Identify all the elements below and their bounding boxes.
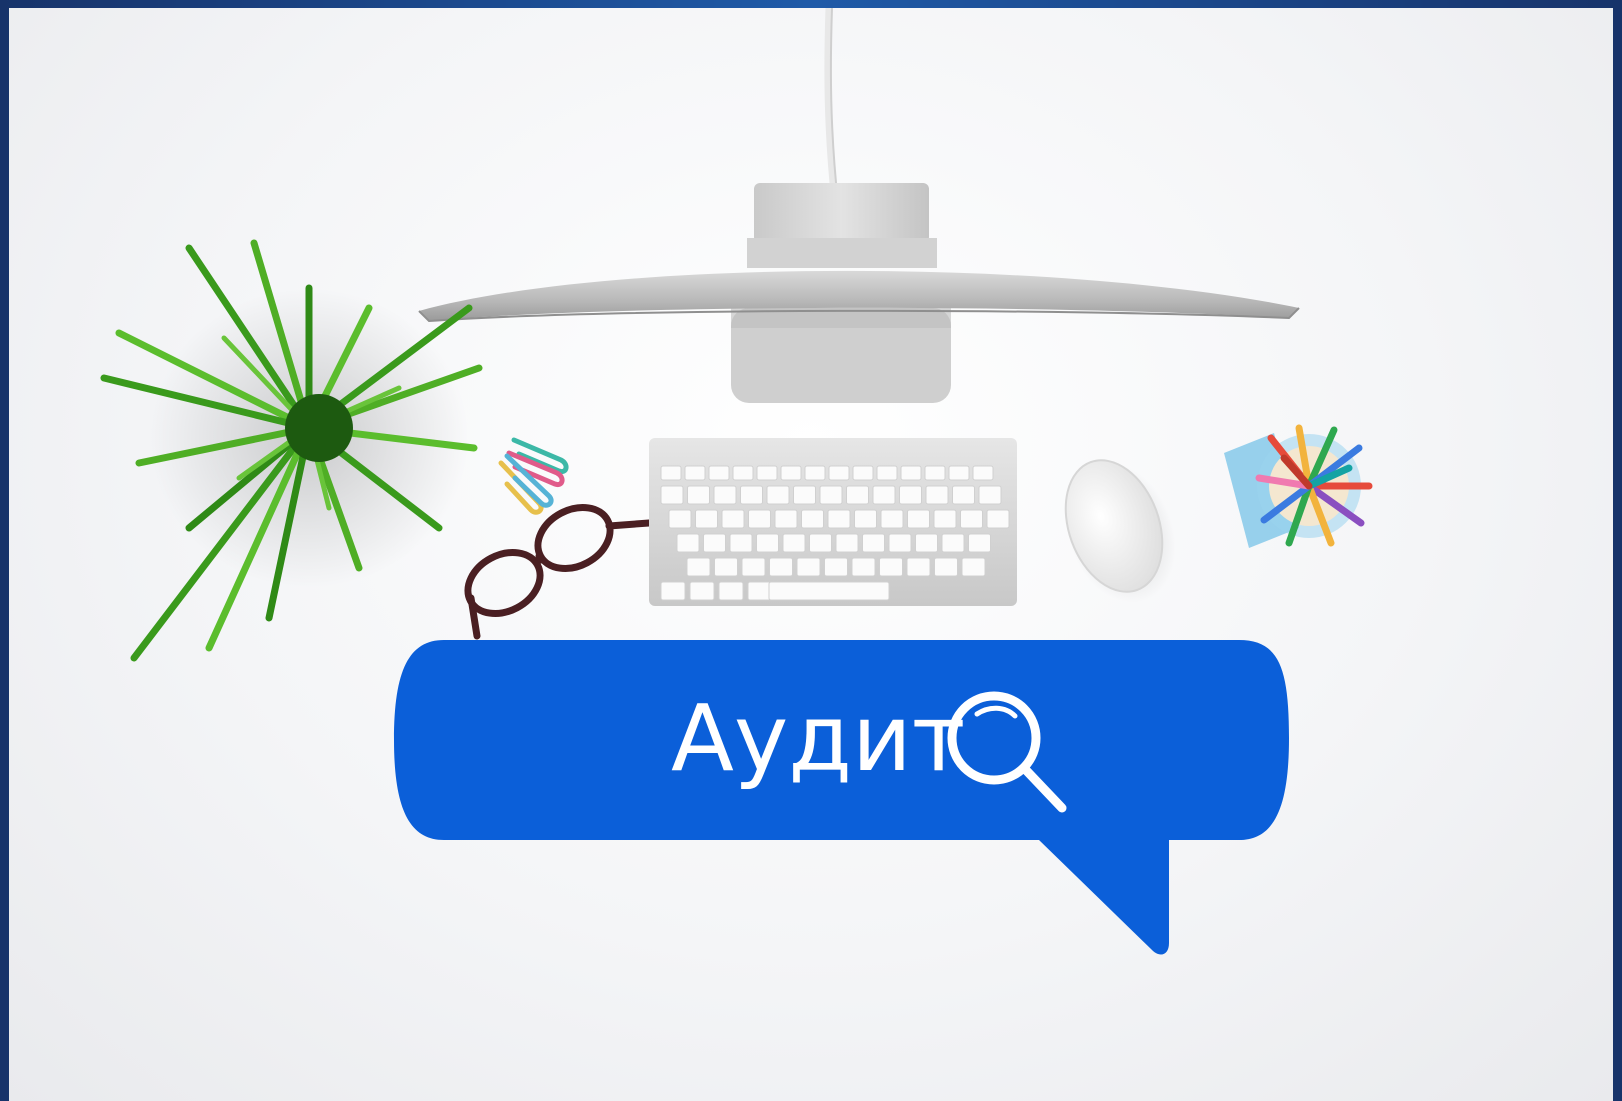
keyboard-key <box>660 465 682 481</box>
keyboard-key <box>960 509 983 529</box>
keyboard-key <box>747 581 773 601</box>
keyboard-key <box>703 533 726 553</box>
keyboard-key <box>934 557 958 577</box>
keyboard-key <box>899 485 922 505</box>
bubble-label: Аудит <box>671 685 965 792</box>
photo-frame: Аудит <box>0 0 1622 1101</box>
desk-scene: Аудит <box>100 8 1373 955</box>
keyboard-key <box>756 465 778 481</box>
glasses <box>464 504 653 640</box>
keyboard-key <box>933 509 957 529</box>
keyboard-key <box>809 533 832 553</box>
keyboard-key <box>888 533 912 553</box>
keyboard-key <box>780 465 802 481</box>
keyboard-key <box>660 581 686 601</box>
keyboard-key <box>906 557 931 577</box>
keyboard-key <box>961 557 986 577</box>
keyboard-key <box>824 557 848 577</box>
keyboard-key <box>819 485 843 505</box>
mouse <box>1064 459 1176 603</box>
keyboard-key <box>793 485 816 505</box>
keyboard-key <box>846 485 869 505</box>
keyboard-key <box>854 509 877 529</box>
keyboard-key <box>782 533 806 553</box>
keyboard-key <box>851 557 876 577</box>
keyboard-key <box>948 465 970 481</box>
keyboard-key <box>769 557 793 577</box>
keyboard-key <box>748 509 771 529</box>
keyboard-key <box>978 485 1002 505</box>
keyboard-key <box>907 509 930 529</box>
keyboard-key <box>714 557 738 577</box>
keyboard-key <box>872 485 896 505</box>
keyboard-key <box>774 509 798 529</box>
keyboard-key <box>876 465 898 481</box>
keyboard-key <box>686 557 711 577</box>
pencil-cup <box>1224 424 1373 548</box>
keyboard-key <box>952 485 975 505</box>
keyboard-key <box>732 465 754 481</box>
keyboard-key <box>713 485 737 505</box>
keyboard-key <box>660 485 684 505</box>
keyboard-key <box>804 465 826 481</box>
keyboard-key <box>668 509 692 529</box>
keyboard-key <box>968 533 991 553</box>
keyboard-key <box>684 465 706 481</box>
keyboard-key <box>721 509 745 529</box>
keyboard-key <box>879 557 903 577</box>
keyboard-key <box>862 533 885 553</box>
keyboard-key <box>766 485 790 505</box>
keyboard-key <box>687 485 710 505</box>
keyboard-key <box>695 509 718 529</box>
keyboard-key <box>740 485 763 505</box>
keyboard-key <box>676 533 700 553</box>
keyboard-key <box>835 533 859 553</box>
keyboard-key <box>986 509 1010 529</box>
keyboard-key <box>729 533 753 553</box>
paper-clips <box>498 437 569 515</box>
keyboard-spacebar <box>768 581 890 601</box>
keyboard-key <box>718 581 744 601</box>
desk-photo: Аудит <box>9 8 1613 1101</box>
keyboard-key <box>972 465 994 481</box>
keyboard-key <box>925 485 949 505</box>
audit-speech-bubble: Аудит <box>394 640 1289 955</box>
keyboard-key <box>796 557 821 577</box>
keyboard <box>649 438 1017 606</box>
keyboard-key <box>756 533 779 553</box>
keyboard-key <box>708 465 730 481</box>
keyboard-key <box>941 533 965 553</box>
keyboard-key <box>689 581 715 601</box>
keyboard-key <box>827 509 851 529</box>
keyboard-key <box>915 533 938 553</box>
keyboard-key <box>741 557 766 577</box>
keyboard-key <box>852 465 874 481</box>
keyboard-key <box>924 465 946 481</box>
keyboard-key <box>801 509 824 529</box>
keyboard-key <box>900 465 922 481</box>
keyboard-key <box>828 465 850 481</box>
keyboard-key <box>880 509 904 529</box>
plant <box>100 239 483 662</box>
